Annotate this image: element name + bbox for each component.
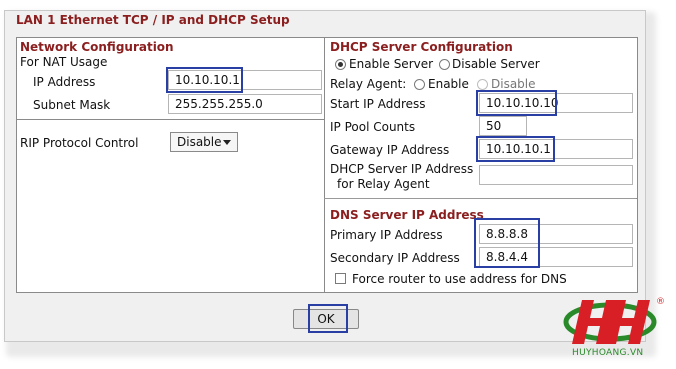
ok-highlight (308, 304, 348, 333)
relay-agent-label: Relay Agent: (330, 77, 407, 91)
watermark-text: HUYHOANG.VN (572, 348, 644, 358)
relay-enable-radio[interactable] (414, 79, 425, 90)
gateway-ip-label: Gateway IP Address (330, 143, 450, 157)
ip-address-label: IP Address (33, 75, 96, 89)
ip-address-highlight (166, 67, 243, 93)
rip-protocol-value: Disable (177, 135, 222, 149)
force-dns-label: Force router to use address for DNS (352, 272, 567, 286)
registered-mark: ® (656, 297, 665, 307)
force-dns-checkbox[interactable] (335, 273, 346, 284)
nat-usage-label: For NAT Usage (20, 55, 108, 69)
dns-highlight (474, 218, 540, 268)
start-ip-highlight (476, 90, 557, 116)
dns-section-title: DNS Server IP Address (330, 208, 484, 222)
secondary-dns-label: Secondary IP Address (330, 251, 460, 265)
enable-server-label: Enable Server (349, 57, 434, 71)
start-ip-label: Start IP Address (330, 97, 426, 111)
relay-server-ip-label-2: for Relay Agent (337, 177, 430, 191)
relay-server-ip-input[interactable] (479, 165, 633, 185)
subnet-mask-label: Subnet Mask (33, 98, 111, 112)
enable-server-radio[interactable] (335, 59, 346, 70)
primary-dns-label: Primary IP Address (330, 228, 443, 242)
disable-server-radio[interactable] (439, 59, 450, 70)
disable-server-label: Disable Server (452, 57, 540, 71)
dhcp-section-title: DHCP Server Configuration (330, 40, 513, 54)
gateway-ip-highlight (476, 136, 555, 162)
window-title: LAN 1 Ethernet TCP / IP and DHCP Setup (16, 13, 290, 27)
huyhoang-logo: ® (563, 297, 665, 344)
screenshot-frame: LAN 1 Ethernet TCP / IP and DHCP Setup N… (0, 0, 676, 369)
network-section-title: Network Configuration (20, 40, 174, 54)
dns-divider (324, 198, 636, 199)
pool-counts-input[interactable]: 50 (479, 116, 527, 136)
relay-disable-radio[interactable] (477, 79, 488, 90)
subnet-mask-input[interactable]: 255.255.255.0 (168, 94, 322, 114)
chevron-down-icon (223, 140, 231, 145)
relay-enable-label: Enable (428, 77, 469, 91)
pool-counts-label: IP Pool Counts (330, 120, 416, 134)
rip-protocol-select[interactable]: Disable (170, 132, 238, 152)
relay-server-ip-label: DHCP Server IP Address (330, 162, 474, 176)
rip-protocol-label: RIP Protocol Control (20, 136, 139, 150)
relay-disable-label: Disable (491, 77, 536, 91)
